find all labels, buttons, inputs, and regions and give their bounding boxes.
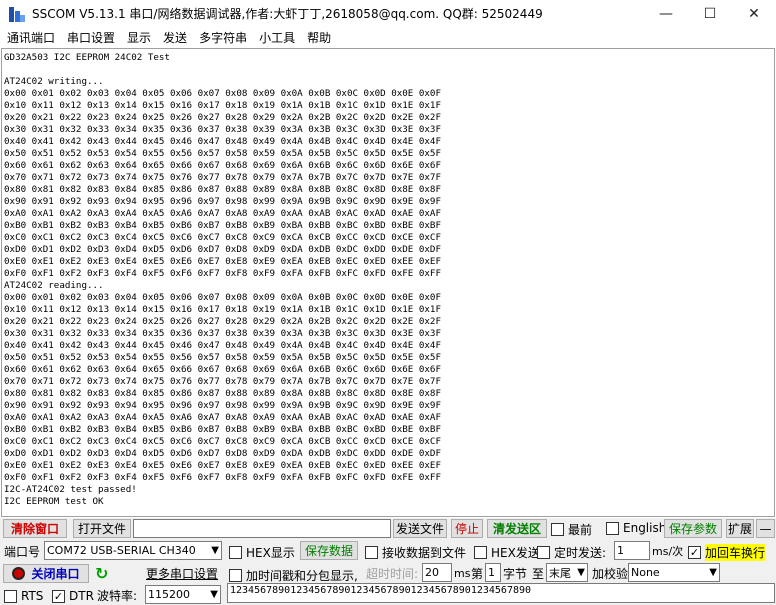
send-text-input[interactable]: 1234567890123456789012345678901234567890… bbox=[227, 583, 775, 603]
interval-unit: ms/次 bbox=[652, 545, 684, 558]
app-icon bbox=[8, 5, 26, 23]
expand-button[interactable]: 扩展 bbox=[726, 519, 754, 538]
dtr-label: DTR bbox=[69, 589, 94, 603]
topmost-label: 最前 bbox=[568, 523, 593, 537]
dtr-checkbox[interactable]: ✓ DTR bbox=[52, 589, 94, 603]
hex-send-label: HEX发送 bbox=[491, 546, 540, 560]
save-data-button[interactable]: 保存数据 bbox=[300, 541, 358, 560]
file-path-input[interactable] bbox=[133, 519, 391, 538]
menu-item-tools[interactable]: 小工具 bbox=[254, 29, 300, 46]
timed-send-checkbox[interactable]: 定时发送: bbox=[537, 544, 606, 561]
stop-circle-icon bbox=[12, 567, 26, 580]
nth-label: 第 bbox=[471, 566, 484, 581]
send-file-button[interactable]: 发送文件 bbox=[393, 519, 447, 538]
interval-input[interactable]: 1 bbox=[614, 541, 650, 560]
timestamp-label: 加时间戳和分包显示, bbox=[246, 569, 358, 583]
topmost-checkbox[interactable]: 最前 bbox=[551, 521, 592, 538]
close-icon[interactable]: ✕ bbox=[732, 0, 776, 27]
baud-label: 波特率: bbox=[97, 588, 138, 603]
port-value: COM72 USB-SERIAL CH340 bbox=[47, 544, 196, 557]
stop-button[interactable]: 停止 bbox=[451, 519, 483, 538]
rts-box[interactable] bbox=[4, 589, 17, 603]
menu-item-display[interactable]: 显示 bbox=[122, 29, 156, 46]
baud-value: 115200 bbox=[148, 588, 190, 601]
english-checkbox[interactable]: English bbox=[606, 521, 666, 535]
timeout-input[interactable]: 20 bbox=[422, 563, 452, 582]
timeout-label: 超时时间: bbox=[366, 566, 419, 581]
maximize-icon[interactable]: ☐ bbox=[688, 0, 732, 27]
receive-output[interactable]: GD32A503 I2C EEPROM 24C02 Test AT24C02 w… bbox=[1, 48, 775, 517]
end-select[interactable]: 末尾 ▼ bbox=[546, 563, 588, 582]
dtr-box[interactable]: ✓ bbox=[52, 589, 65, 603]
hex-display-box[interactable] bbox=[229, 546, 242, 559]
chevron-down-icon: ▼ bbox=[210, 589, 218, 600]
menu-item-comm-port[interactable]: 通讯端口 bbox=[2, 29, 60, 46]
collapse-button[interactable]: — bbox=[756, 519, 775, 538]
timed-send-label: 定时发送: bbox=[554, 546, 607, 560]
hex-send-checkbox[interactable]: HEX发送 bbox=[474, 544, 540, 561]
more-settings-link[interactable]: 更多串口设置 bbox=[146, 565, 218, 581]
refresh-icon[interactable]: ↻ bbox=[95, 563, 108, 583]
baud-select[interactable]: 115200 ▼ bbox=[145, 585, 221, 604]
topmost-box[interactable] bbox=[551, 523, 564, 536]
checksum-label: 加校验 bbox=[592, 566, 629, 581]
minimize-icon[interactable]: — bbox=[644, 0, 688, 27]
byte-label: 字节 bbox=[503, 566, 528, 581]
timeout-unit: ms bbox=[454, 566, 471, 580]
recv-to-file-checkbox[interactable]: 接收数据到文件 bbox=[365, 544, 466, 561]
add-crlf-label: 加回车换行 bbox=[705, 544, 766, 561]
settings-panel: 端口号 COM72 USB-SERIAL CH340 ▼ HEX显示 保存数据 … bbox=[0, 539, 776, 605]
english-box[interactable] bbox=[606, 521, 619, 535]
window-title: SSCOM V5.13.1 串口/网络数据调试器,作者:大虾丁丁,2618058… bbox=[32, 7, 543, 21]
add-crlf-box[interactable]: ✓ bbox=[688, 546, 701, 559]
checksum-value: None bbox=[631, 566, 660, 579]
close-port-button[interactable]: 关闭串口 bbox=[3, 564, 89, 583]
rts-label: RTS bbox=[21, 589, 44, 603]
rts-checkbox[interactable]: RTS bbox=[4, 589, 43, 603]
chevron-down-icon: ▼ bbox=[709, 567, 717, 578]
add-crlf-checkbox[interactable]: ✓ 加回车换行 bbox=[688, 544, 766, 561]
hex-send-box[interactable] bbox=[474, 546, 487, 559]
receive-text: GD32A503 I2C EEPROM 24C02 Test AT24C02 w… bbox=[4, 52, 441, 507]
menu-item-send[interactable]: 发送 bbox=[158, 29, 192, 46]
timestamp-box[interactable] bbox=[229, 569, 242, 582]
timestamp-checkbox[interactable]: 加时间戳和分包显示, bbox=[229, 567, 358, 584]
checksum-select[interactable]: None ▼ bbox=[628, 563, 720, 582]
open-file-button[interactable]: 打开文件 bbox=[73, 519, 131, 538]
close-port-label: 关闭串口 bbox=[31, 567, 80, 581]
chevron-down-icon: ▼ bbox=[577, 567, 585, 578]
menu-item-help[interactable]: 帮助 bbox=[302, 29, 336, 46]
recv-to-file-label: 接收数据到文件 bbox=[382, 546, 467, 560]
hex-display-label: HEX显示 bbox=[246, 546, 295, 560]
save-params-button[interactable]: 保存参数 bbox=[664, 519, 722, 538]
menu-item-multi-string[interactable]: 多字符串 bbox=[194, 29, 252, 46]
end-value: 末尾 bbox=[549, 566, 571, 580]
hex-display-checkbox[interactable]: HEX显示 bbox=[229, 544, 295, 561]
clear-window-button[interactable]: 清除窗口 bbox=[3, 519, 67, 538]
port-label: 端口号 bbox=[4, 544, 41, 559]
english-label: English bbox=[623, 521, 667, 535]
menu-bar: 通讯端口 串口设置 显示 发送 多字符串 小工具 帮助 bbox=[0, 27, 776, 48]
chevron-down-icon: ▼ bbox=[211, 545, 219, 556]
title-bar: SSCOM V5.13.1 串口/网络数据调试器,作者:大虾丁丁,2618058… bbox=[0, 0, 776, 27]
clear-send-button[interactable]: 清发送区 bbox=[487, 519, 547, 538]
menu-item-serial-settings[interactable]: 串口设置 bbox=[62, 29, 120, 46]
to-label: 至 bbox=[532, 566, 545, 581]
byte-index-input[interactable]: 1 bbox=[485, 563, 501, 582]
recv-to-file-box[interactable] bbox=[365, 546, 378, 559]
port-select[interactable]: COM72 USB-SERIAL CH340 ▼ bbox=[44, 541, 222, 560]
toolbar-row: 清除窗口 打开文件 发送文件 停止 清发送区 最前 English 保存参数 扩… bbox=[0, 518, 776, 539]
timed-send-box[interactable] bbox=[537, 546, 550, 559]
